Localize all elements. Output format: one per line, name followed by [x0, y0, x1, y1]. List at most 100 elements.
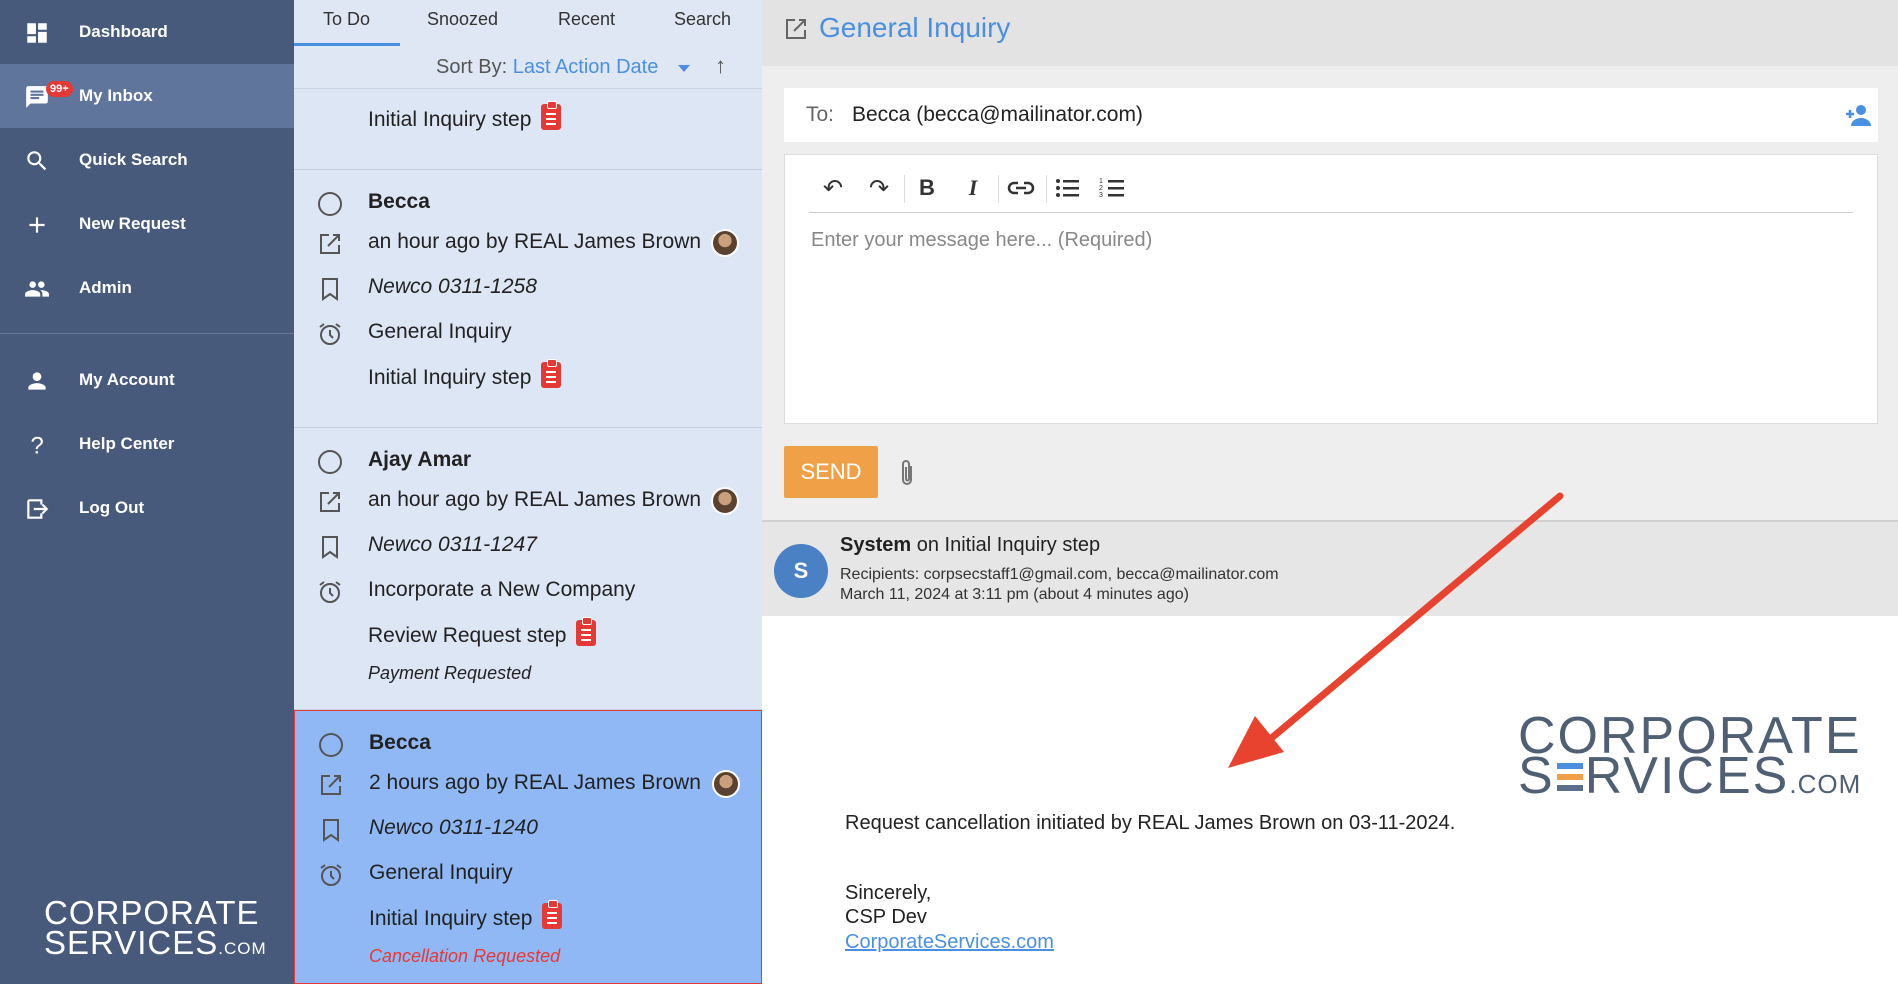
card-step-text: Initial Inquiry step: [368, 366, 532, 389]
card-step-row: Initial Inquiry step: [294, 355, 762, 395]
open-external-icon[interactable]: [782, 15, 810, 43]
sort-control[interactable]: Sort By: Last Action Date: [436, 56, 658, 79]
svg-text:3: 3: [1099, 192, 1103, 199]
card-step: Initial Inquiry step: [369, 900, 563, 931]
card-activity: an hour ago by REAL James Brown: [368, 488, 702, 511]
card-status-row: Payment Requested: [294, 654, 762, 694]
recipient-field[interactable]: To: Becca (becca@mailinator.com): [784, 88, 1878, 142]
chevron-down-icon[interactable]: [678, 65, 690, 72]
undo-icon[interactable]: ↶: [817, 173, 849, 203]
nav-my-inbox[interactable]: 99+ My Inbox: [0, 64, 294, 128]
svg-text:?: ?: [31, 433, 44, 458]
message-closing: Sincerely,: [845, 882, 932, 904]
list-item-selected[interactable]: Becca 2 hours ago by REAL James Brown Ne…: [294, 710, 762, 984]
card-type: Incorporate a New Company: [368, 578, 636, 601]
card-step-text: Review Request step: [368, 624, 567, 647]
nav-log-out[interactable]: Log Out: [0, 476, 294, 540]
tab-snoozed[interactable]: Snoozed: [427, 9, 498, 30]
card-status-row: Cancellation Requested: [295, 937, 762, 977]
detail-header: General Inquiry: [762, 0, 1898, 66]
list-item[interactable]: Ajay Amar an hour ago by REAL James Brow…: [294, 428, 762, 710]
alarm-clock-icon: [319, 323, 341, 345]
card-status: Cancellation Requested: [369, 946, 561, 966]
radio-circle-icon[interactable]: [316, 190, 344, 218]
nav-dashboard-label: Dashboard: [79, 22, 168, 41]
bookmark-icon: [323, 819, 339, 842]
nav-log-out-label: Log Out: [79, 498, 145, 517]
sort-direction-icon[interactable]: ↑: [715, 53, 726, 79]
email-logo: CORPORATE S RVICES.COM: [1518, 710, 1862, 805]
message-recipients: Recipients: corpsecstaff1@gmail.com, bec…: [840, 566, 1279, 583]
message-placeholder: Enter your message here... (Required): [811, 229, 1153, 251]
alarm-clock-icon: [320, 864, 342, 886]
italic-icon[interactable]: I: [957, 173, 989, 203]
clipboard-icon: [576, 617, 597, 646]
plus-icon: [29, 217, 45, 233]
card-ref-row: Newco 0311-1258: [294, 268, 762, 308]
logo-e-mark: [1555, 759, 1585, 795]
card-ref: Newco 0311-1258: [368, 275, 537, 298]
card-activity: 2 hours ago by REAL James Brown: [369, 771, 701, 794]
signature-link[interactable]: CorporateServices.com: [845, 931, 1054, 954]
active-tab-indicator: [294, 43, 400, 46]
tab-recent[interactable]: Recent: [558, 9, 615, 30]
radio-circle-icon[interactable]: [317, 731, 345, 759]
nav-help-center[interactable]: ? Help Center: [0, 412, 294, 476]
list-item[interactable]: Initial Inquiry step: [294, 90, 762, 170]
sidebar-logo-line2: SERVICES: [44, 924, 219, 961]
open-external-icon: [320, 492, 340, 512]
nav-dashboard[interactable]: Dashboard: [0, 0, 294, 64]
avatar: [711, 487, 739, 515]
card-activity: an hour ago by REAL James Brown: [368, 230, 702, 253]
toolbar-separator: [998, 175, 999, 203]
bold-icon[interactable]: B: [911, 173, 943, 203]
nav-quick-search-label: Quick Search: [79, 150, 188, 169]
bullet-list-icon[interactable]: [1052, 173, 1084, 203]
nav-admin[interactable]: Admin: [0, 256, 294, 320]
tab-search[interactable]: Search: [674, 9, 731, 30]
avatar: [712, 770, 740, 798]
radio-circle-icon[interactable]: [316, 448, 344, 476]
nav-my-account-label: My Account: [79, 370, 175, 389]
add-person-icon[interactable]: [1844, 101, 1874, 129]
search-icon: [27, 151, 47, 171]
send-button[interactable]: SEND: [784, 446, 878, 498]
sidebar-divider: [0, 333, 294, 334]
link-icon[interactable]: [1005, 173, 1037, 203]
paperclip-icon[interactable]: [896, 458, 918, 488]
message-signature: CSP Dev: [845, 906, 927, 928]
card-activity-row: an hour ago by REAL James Brown: [294, 481, 762, 521]
nav-new-request[interactable]: New Request: [0, 192, 294, 256]
clipboard-icon: [542, 900, 563, 929]
sidebar-logo-suffix: .COM: [218, 939, 267, 958]
message-from: System on Initial Inquiry step: [840, 534, 1100, 557]
compose-area: To: Becca (becca@mailinator.com) ↶ ↷ B I…: [762, 66, 1898, 520]
card-ref-row: Newco 0311-1247: [294, 526, 762, 566]
numbered-list-icon[interactable]: 123: [1097, 173, 1129, 203]
card-step-row: Initial Inquiry step: [294, 97, 762, 137]
list-item[interactable]: Becca an hour ago by REAL James Brown Ne…: [294, 170, 762, 428]
to-value: Becca (becca@mailinator.com): [852, 103, 1143, 126]
email-logo-line2-post: RVICES: [1584, 747, 1790, 805]
card-step-row: Review Request step: [294, 613, 762, 653]
card-activity-row: 2 hours ago by REAL James Brown: [295, 764, 762, 804]
bookmark-icon: [322, 536, 338, 559]
editor-toolbar: ↶ ↷ B I 123: [809, 163, 1853, 213]
message-header: S System on Initial Inquiry step Recipie…: [762, 520, 1898, 616]
card-activity-row: an hour ago by REAL James Brown: [294, 223, 762, 263]
card-step: Initial Inquiry step: [368, 359, 562, 390]
message-editor[interactable]: ↶ ↷ B I 123 Enter your message here... (…: [784, 154, 1878, 424]
inbox-count-badge: 99+: [46, 81, 73, 97]
tab-to-do[interactable]: To Do: [323, 9, 370, 30]
card-step-text: Initial Inquiry step: [368, 108, 532, 131]
redo-icon[interactable]: ↷: [863, 173, 895, 203]
card-ref: Newco 0311-1240: [369, 816, 538, 839]
nav-quick-search[interactable]: Quick Search: [0, 128, 294, 192]
toolbar-separator: [904, 175, 905, 203]
message-date: March 11, 2024 at 3:11 pm (about 4 minut…: [840, 586, 1189, 603]
dashboard-icon: [27, 23, 47, 43]
toolbar-separator: [1046, 175, 1047, 203]
clipboard-icon: [541, 359, 562, 388]
alarm-clock-icon: [319, 581, 341, 603]
nav-my-account[interactable]: My Account: [0, 348, 294, 412]
